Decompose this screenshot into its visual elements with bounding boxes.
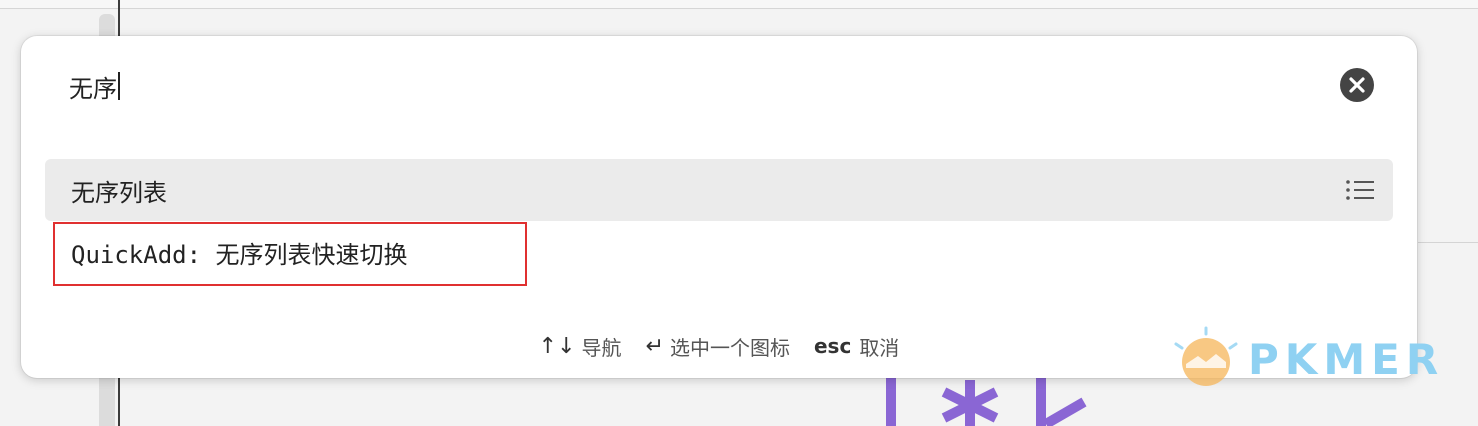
esc-key-label: esc — [813, 334, 852, 358]
search-input-value: 无序 — [69, 74, 117, 103]
list-icon — [1346, 180, 1374, 200]
hint-navigate-label: 导航 — [581, 335, 622, 360]
hint-navigate: ↑↓ 导航 — [539, 332, 622, 361]
result-label: 无序列表 — [71, 178, 167, 207]
close-icon — [1349, 77, 1365, 93]
hint-cancel-label: 取消 — [859, 335, 900, 360]
result-item-quickadd[interactable]: QuickAdd: 无序列表快速切换 — [45, 221, 1393, 283]
hint-cancel: esc 取消 — [814, 332, 899, 361]
background-top-bar — [0, 0, 1478, 9]
up-down-arrow-icon: ↑↓ — [538, 333, 576, 359]
text-caret — [118, 72, 120, 100]
enter-key-icon: ↵ — [645, 333, 664, 359]
hint-select: ↵ 选中一个图标 — [646, 332, 790, 361]
result-item-unordered-list[interactable]: 无序列表 — [45, 159, 1393, 221]
result-label: QuickAdd: 无序列表快速切换 — [71, 240, 408, 269]
background-divider-right — [1418, 242, 1478, 243]
background-glyph — [886, 378, 1087, 426]
pkmer-watermark: PKMER — [1170, 326, 1460, 392]
search-row: 无序 — [21, 36, 1417, 134]
pkmer-logo-icon — [1174, 326, 1238, 386]
results-list: 无序列表 QuickAdd: 无序列表快速切换 — [45, 159, 1393, 283]
clear-search-button[interactable] — [1340, 68, 1374, 102]
hint-select-label: 选中一个图标 — [669, 335, 790, 360]
search-input[interactable]: 无序 — [69, 68, 1269, 104]
watermark-text: PKMER — [1248, 334, 1445, 384]
